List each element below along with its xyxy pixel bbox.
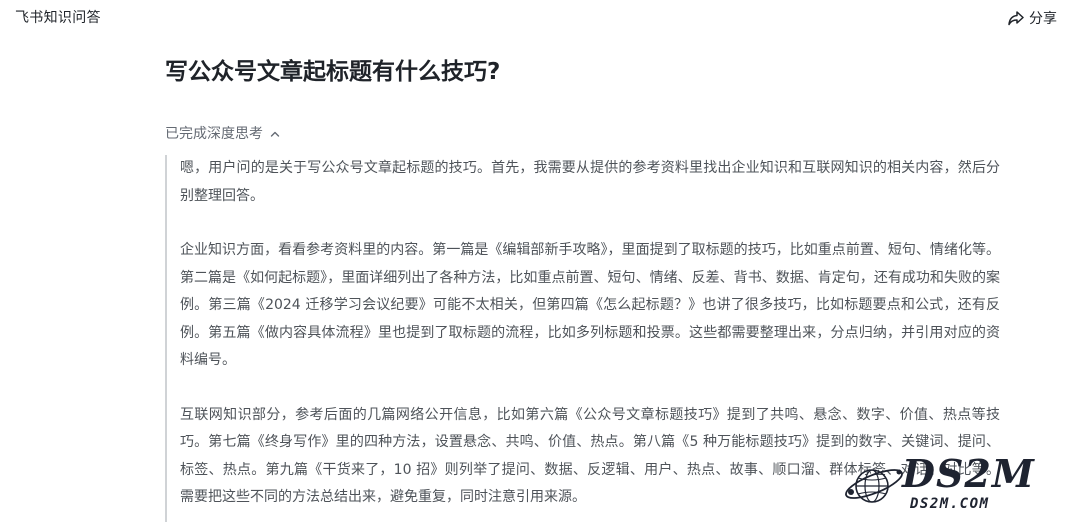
share-button[interactable]: 分享 xyxy=(1007,7,1057,29)
thinking-paragraph: 企业知识方面，看看参考资料里的内容。第一篇是《编辑部新手攻略》，里面提到了取标题… xyxy=(180,242,1000,368)
chevron-up-icon xyxy=(269,128,281,140)
app-title: 飞书知识问答 xyxy=(15,10,101,26)
deep-thinking-label: 已完成深度思考 xyxy=(165,126,263,142)
share-label: 分享 xyxy=(1029,11,1057,27)
share-icon xyxy=(1007,9,1025,27)
thinking-paragraph: 互联网知识部分，参考后面的几篇网络公开信息，比如第六篇《公众号文章标题技巧》提到… xyxy=(180,406,1000,506)
deep-thinking-toggle[interactable]: 已完成深度思考 xyxy=(165,124,281,144)
thinking-paragraph: 嗯，用户问的是关于写公众号文章起标题的技巧。首先，我需要从提供的参考资料里找出企… xyxy=(180,160,1000,204)
page: 飞书知识问答 分享 写公众号文章起标题有什么技巧? 已完成深度思考 嗯，用户问的… xyxy=(0,0,1068,522)
thinking-content: 嗯，用户问的是关于写公众号文章起标题的技巧。首先，我需要从提供的参考资料里找出企… xyxy=(165,155,1000,522)
question-title: 写公众号文章起标题有什么技巧? xyxy=(165,59,501,85)
top-bar: 飞书知识问答 分享 xyxy=(0,0,1068,36)
